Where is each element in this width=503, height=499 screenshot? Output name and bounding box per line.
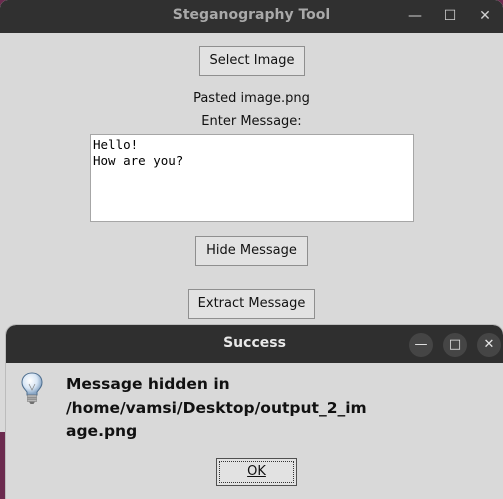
select-image-button[interactable]: Select Image — [199, 46, 305, 76]
dialog-close-icon[interactable]: ✕ — [477, 333, 501, 357]
selected-file-label: Pasted image.png — [193, 91, 310, 106]
dialog-titlebar[interactable]: Success — □ ✕ — [6, 325, 503, 363]
message-line-2: How are you? — [93, 153, 184, 168]
dialog-message-line-3: age.png — [66, 422, 138, 440]
dialog-maximize-icon[interactable]: □ — [443, 333, 467, 357]
maximize-icon[interactable]: ☐ — [439, 5, 461, 27]
dialog-minimize-icon[interactable]: — — [409, 333, 433, 357]
dialog-message: Message hidden in /home/vamsi/Desktop/ou… — [66, 373, 386, 444]
close-icon[interactable]: ✕ — [474, 5, 496, 27]
success-dialog: Success — □ ✕ Message hidden in /home/va… — [6, 325, 503, 499]
main-titlebar[interactable]: Steganography Tool — ☐ ✕ — [0, 0, 503, 33]
dialog-message-line-1: Message hidden in — [66, 375, 230, 393]
ok-button-label: OK — [247, 464, 266, 479]
enter-message-label: Enter Message: — [201, 114, 302, 129]
minimize-icon[interactable]: — — [404, 5, 426, 27]
message-textarea[interactable]: Hello! How are you? — [90, 134, 414, 222]
lightbulb-icon — [21, 372, 43, 404]
ok-button[interactable]: OK — [216, 458, 297, 486]
window-title: Steganography Tool — [172, 7, 331, 23]
hide-message-button[interactable]: Hide Message — [195, 236, 308, 266]
dialog-message-line-2: /home/vamsi/Desktop/output_2_im — [66, 398, 367, 417]
message-line-1: Hello! — [93, 137, 139, 152]
extract-message-button[interactable]: Extract Message — [188, 289, 315, 319]
